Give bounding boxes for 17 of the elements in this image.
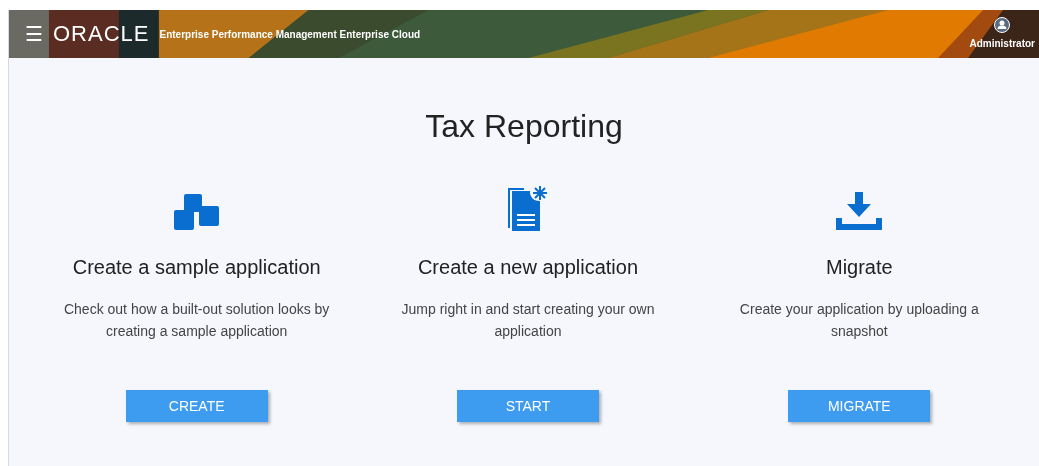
menu-icon[interactable]: ☰ <box>25 24 43 44</box>
download-icon <box>836 192 883 232</box>
option-title: Create a sample application <box>72 255 321 280</box>
product-name: Enterprise Performance Management Enterprise Cloud <box>159 27 421 42</box>
option-button[interactable]: CREATE <box>125 390 268 422</box>
page-title: Tax Reporting <box>425 107 623 146</box>
option-button[interactable]: START <box>457 390 599 422</box>
new-document-icon <box>506 186 550 232</box>
user-avatar-icon[interactable] <box>994 17 1011 33</box>
option-button[interactable]: MIGRATE <box>788 390 931 422</box>
oracle-logo: ORACLE <box>53 23 150 45</box>
blocks-icon <box>173 194 220 232</box>
option-title: Migrate <box>825 255 893 280</box>
option-description: Check out how a built-out solution looks by creating a sample application <box>62 300 331 341</box>
option-title: Create a new application <box>417 255 639 280</box>
option-description: Create your application by uploading a snapshot <box>738 300 980 341</box>
option-description: Jump right in and start creating your own application <box>400 300 656 341</box>
